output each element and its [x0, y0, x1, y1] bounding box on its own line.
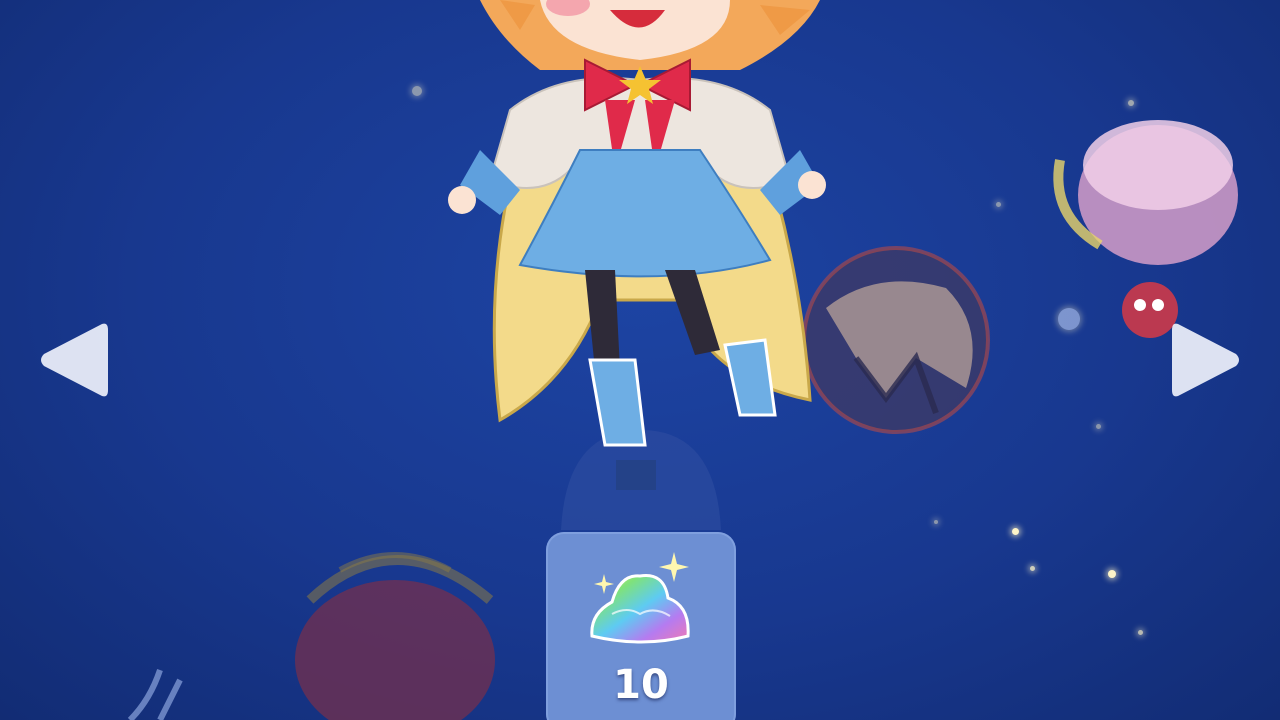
next-arrow-button[interactable]	[1172, 318, 1244, 402]
background-star	[996, 202, 1001, 207]
previous-arrow-button[interactable]	[36, 318, 108, 402]
currency-count: 10	[613, 662, 669, 708]
background-star	[1030, 566, 1035, 571]
background-star	[934, 520, 938, 524]
left-triangle-arrow-icon	[41, 323, 108, 397]
background-star	[1108, 570, 1116, 578]
rainbow-crystal-pile-icon	[590, 552, 690, 644]
background-star	[1138, 630, 1143, 635]
red-gift-decoration	[295, 552, 495, 720]
chibi-character	[448, 0, 826, 447]
currency-panel[interactable]: 10	[546, 532, 736, 720]
background-star	[412, 86, 422, 96]
game-scene: 10	[0, 0, 1280, 720]
background-star	[1096, 424, 1101, 429]
currency-icon-container	[582, 544, 700, 654]
right-triangle-arrow-icon	[1172, 323, 1239, 397]
background-star	[1012, 528, 1019, 535]
splash-decoration	[127, 669, 183, 720]
